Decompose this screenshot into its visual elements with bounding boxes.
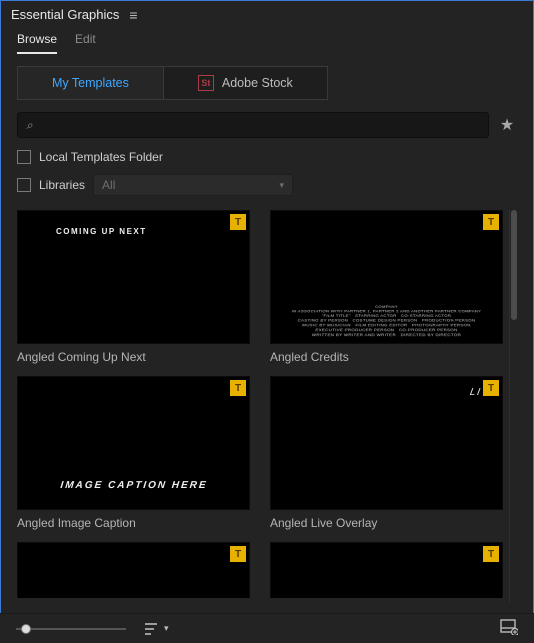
type-badge-icon: T [483, 214, 499, 230]
local-folder-label: Local Templates Folder [39, 150, 163, 164]
local-folder-checkbox[interactable] [17, 150, 31, 164]
scrollbar-thumb[interactable] [511, 210, 517, 320]
template-title: Angled Live Overlay [270, 516, 503, 530]
template-card[interactable]: T [270, 542, 503, 598]
tab-edit[interactable]: Edit [75, 32, 96, 54]
thumbnail-size-slider[interactable] [16, 628, 126, 630]
template-thumbnail: COMPANY IN ASSOCIATION WITH PARTNER 1, P… [270, 210, 503, 344]
my-templates-label: My Templates [52, 76, 129, 90]
template-thumbnail: IMAGE CAPTION HERE T [17, 376, 250, 510]
type-badge-icon: T [230, 546, 246, 562]
chevron-down-icon: ▾ [280, 180, 285, 191]
template-grid: COMING UP NEXT T Angled Coming Up Next C… [17, 206, 503, 598]
template-thumbnail: LIVE T [270, 376, 503, 510]
adobe-stock-icon: St [198, 75, 214, 91]
search-input[interactable] [33, 118, 480, 132]
tab-browse[interactable]: Browse [17, 32, 57, 54]
template-title: Angled Image Caption [17, 516, 250, 530]
libraries-checkbox[interactable] [17, 178, 31, 192]
sort-button[interactable]: ▾ [144, 622, 169, 636]
template-card[interactable]: COMPANY IN ASSOCIATION WITH PARTNER 1, P… [270, 210, 503, 364]
search-box[interactable]: ⌕ [17, 112, 489, 138]
scrollbar[interactable] [509, 210, 517, 602]
slider-handle[interactable] [21, 624, 31, 634]
source-toggle: My Templates St Adobe Stock [17, 66, 328, 100]
template-card[interactable]: IMAGE CAPTION HERE T Angled Image Captio… [17, 376, 250, 530]
template-thumbnail: T [17, 542, 250, 598]
thumbnail-overlay: COMING UP NEXT [56, 227, 147, 236]
favorites-icon[interactable]: ★ [497, 115, 517, 135]
template-card[interactable]: T [17, 542, 250, 598]
template-thumbnail: COMING UP NEXT T [17, 210, 250, 344]
sort-icon [144, 622, 160, 636]
template-title: Angled Credits [270, 350, 503, 364]
my-templates-button[interactable]: My Templates [18, 67, 163, 99]
tab-bar: Browse Edit [1, 26, 533, 54]
panel-menu-icon[interactable]: ≡ [129, 8, 137, 22]
search-icon: ⌕ [26, 118, 33, 133]
thumbnail-overlay: COMPANY IN ASSOCIATION WITH PARTNER 1, P… [271, 305, 502, 337]
type-badge-icon: T [230, 214, 246, 230]
new-item-button[interactable] [500, 619, 518, 638]
type-badge-icon: T [230, 380, 246, 396]
new-item-icon [500, 619, 518, 635]
libraries-dropdown-value: All [102, 178, 115, 192]
adobe-stock-label: Adobe Stock [222, 76, 293, 90]
panel-header: Essential Graphics ≡ [1, 1, 533, 26]
template-title: Angled Coming Up Next [17, 350, 250, 364]
template-thumbnail: T [270, 542, 503, 598]
panel-footer: ▾ [0, 613, 534, 643]
libraries-label: Libraries [39, 178, 85, 192]
chevron-down-icon: ▾ [164, 623, 169, 634]
thumbnail-overlay: IMAGE CAPTION HERE [59, 480, 207, 491]
panel-title: Essential Graphics [11, 7, 119, 22]
type-badge-icon: T [483, 546, 499, 562]
libraries-dropdown[interactable]: All ▾ [93, 174, 293, 196]
template-card[interactable]: LIVE T Angled Live Overlay [270, 376, 503, 530]
type-badge-icon: T [483, 380, 499, 396]
adobe-stock-button[interactable]: St Adobe Stock [163, 67, 327, 99]
template-card[interactable]: COMING UP NEXT T Angled Coming Up Next [17, 210, 250, 364]
